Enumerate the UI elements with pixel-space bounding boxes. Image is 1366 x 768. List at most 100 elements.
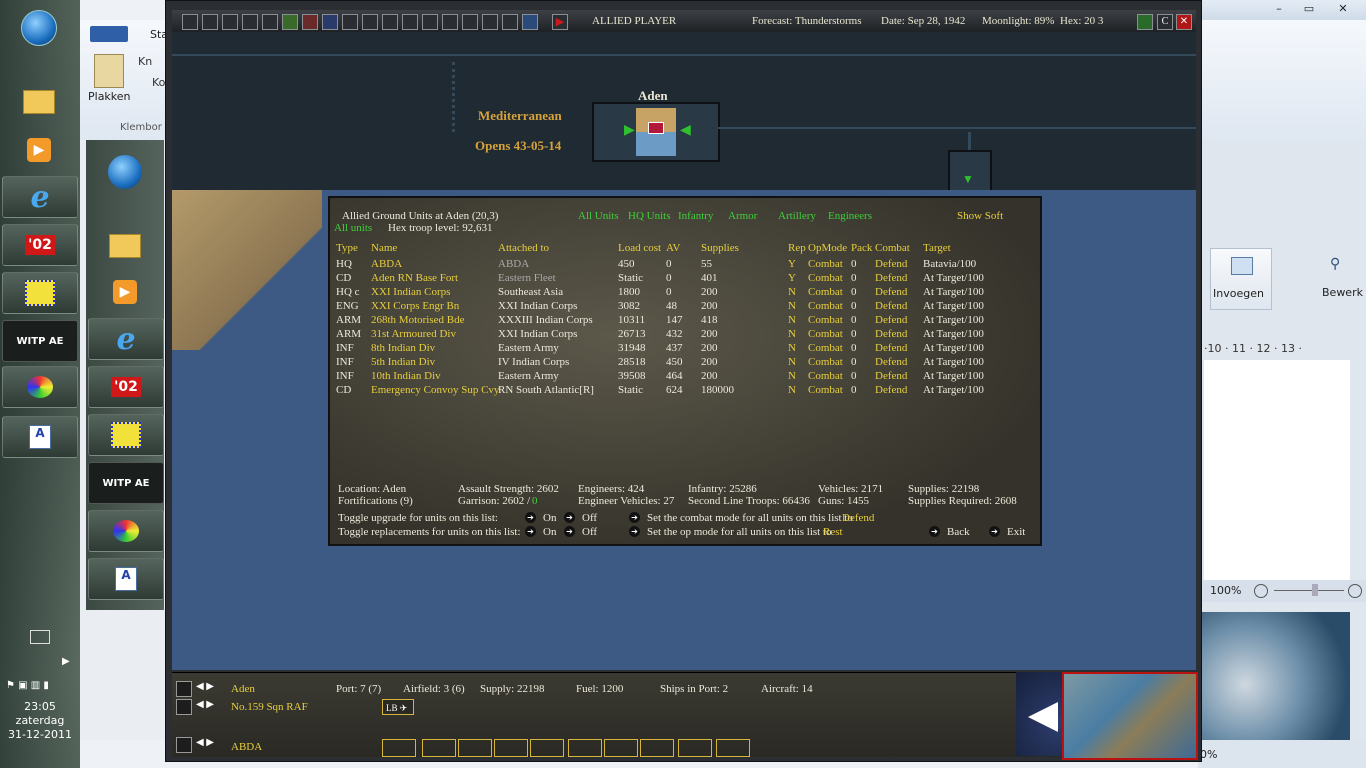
paste-icon[interactable] xyxy=(94,54,124,88)
op-mode-value[interactable]: Rest xyxy=(823,526,843,538)
maximize-button[interactable]: ▭ xyxy=(1298,1,1320,17)
zoom-out-icon[interactable] xyxy=(1254,584,1268,598)
exit-button[interactable]: Exit xyxy=(1007,526,1025,538)
hq-icon[interactable] xyxy=(176,737,192,753)
prev-next-squadron-icon[interactable]: ◀ ▶ xyxy=(196,699,214,710)
close-button[interactable]: ✕ xyxy=(1332,1,1354,17)
table-row[interactable]: INF 8th Indian Div Eastern Army 31948 437 200… xyxy=(330,342,1030,356)
cell-name[interactable]: 5th Indian Div xyxy=(371,356,435,368)
table-row[interactable]: ARM 31st Armoured Div XXI Indian Corps 2671… xyxy=(330,328,1030,342)
show-hidden-icons[interactable]: ▶ xyxy=(62,656,70,667)
cell-combat[interactable]: Defend xyxy=(875,300,907,312)
back-button[interactable]: Back xyxy=(947,526,970,538)
start-orb-icon-2[interactable] xyxy=(88,152,162,192)
cell-name[interactable]: 8th Indian Div xyxy=(371,342,435,354)
bottom-tab-8[interactable] xyxy=(640,739,674,757)
cell-combat[interactable]: Defend xyxy=(875,258,907,270)
upgrade-off-button[interactable]: Off xyxy=(582,512,597,524)
bottom-tab-7[interactable] xyxy=(604,739,638,757)
settings-icon[interactable] xyxy=(462,14,478,30)
col-combat[interactable]: Combat xyxy=(875,242,910,254)
replacements-off-arrow-icon[interactable]: ➔ xyxy=(564,526,575,537)
table-row[interactable]: INF 10th Indian Div Eastern Army 39508 464 20… xyxy=(330,370,1030,384)
start-orb-icon[interactable] xyxy=(2,8,76,48)
plane-icon[interactable] xyxy=(302,14,318,30)
table-row[interactable]: INF 5th Indian Div IV Indian Corps 28518 450… xyxy=(330,356,1030,370)
o2-icon[interactable]: '02 xyxy=(2,224,78,266)
witp-ae-icon[interactable]: WITP AE xyxy=(2,320,78,362)
cell-combat[interactable]: Defend xyxy=(875,314,907,326)
c-button[interactable]: C xyxy=(1157,14,1173,30)
cell-rep[interactable]: N xyxy=(788,370,796,382)
col-opmode[interactable]: OpMode xyxy=(808,242,847,254)
table-row[interactable]: HQ c XXI Indian Corps Southeast Asia 1800 0 2… xyxy=(330,286,1030,300)
cell-combat[interactable]: Defend xyxy=(875,328,907,340)
cell-rep[interactable]: N xyxy=(788,342,796,354)
col-attached[interactable]: Attached to xyxy=(498,242,549,254)
flag-icon[interactable] xyxy=(342,14,358,30)
arrow-right-icon[interactable]: ▶ xyxy=(624,122,635,139)
close-game-icon[interactable]: ✕ xyxy=(1176,14,1192,30)
cell-opmode[interactable]: Combat xyxy=(808,272,843,284)
filter-all-units[interactable]: All Units xyxy=(578,210,619,222)
cell-opmode[interactable]: Combat xyxy=(808,300,843,312)
filter-armor[interactable]: Armor xyxy=(728,210,757,222)
witp-ae-icon-2[interactable]: WITP AE xyxy=(88,462,164,504)
op-mode-arrow-icon[interactable]: ➔ xyxy=(629,526,640,537)
bottom-base-name[interactable]: Aden xyxy=(231,683,255,695)
folder-icon-2[interactable] xyxy=(88,226,162,266)
toolbar-icon-3[interactable] xyxy=(222,14,238,30)
cell-name[interactable]: ABDA xyxy=(371,258,402,270)
col-supplies[interactable]: Supplies xyxy=(701,242,739,254)
filter-artillery[interactable]: Artillery xyxy=(778,210,816,222)
col-target[interactable]: Target xyxy=(923,242,951,254)
upgrade-on-button[interactable]: On xyxy=(543,512,556,524)
upgrade-off-arrow-icon[interactable]: ➔ xyxy=(564,512,575,523)
cell-name[interactable]: XXI Indian Corps xyxy=(371,286,450,298)
cell-rep[interactable]: Y xyxy=(788,258,796,270)
cell-rep[interactable]: N xyxy=(788,328,796,340)
show-soft-toggle[interactable]: Show Soft xyxy=(957,210,1003,222)
table-row[interactable]: HQ ABDA ABDA 450 0 55 Y Combat 0 Defend Batavia/10… xyxy=(330,258,1030,272)
cell-rep[interactable]: N xyxy=(788,384,796,396)
map-icon[interactable] xyxy=(522,14,538,30)
bottom-tab-9[interactable] xyxy=(678,739,712,757)
cell-opmode[interactable]: Combat xyxy=(808,370,843,382)
internet-explorer-icon-2[interactable]: e xyxy=(88,318,164,360)
cell-name[interactable]: 268th Motorised Bde xyxy=(371,314,465,326)
replacements-off-button[interactable]: Off xyxy=(582,526,597,538)
filter-hq-units[interactable]: HQ Units xyxy=(628,210,670,222)
zoom-in-icon[interactable] xyxy=(1348,584,1362,598)
back-arrow-icon[interactable]: ➔ xyxy=(929,526,940,537)
airplane-icon[interactable] xyxy=(176,699,192,715)
office-menu-button[interactable] xyxy=(90,26,128,42)
keyboard-icon[interactable] xyxy=(30,630,50,644)
cell-name[interactable]: XXI Corps Engr Bn xyxy=(371,300,459,312)
globe-icon[interactable] xyxy=(442,14,458,30)
col-rep[interactable]: Rep xyxy=(788,242,806,254)
prev-next-hq-icon[interactable]: ◀ ▶ xyxy=(196,737,214,748)
upgrade-on-arrow-icon[interactable]: ➔ xyxy=(525,512,536,523)
anchor-icon[interactable] xyxy=(176,681,192,697)
folder-icon[interactable] xyxy=(2,82,76,122)
col-type[interactable]: Type xyxy=(336,242,358,254)
cell-opmode[interactable]: Combat xyxy=(808,286,843,298)
clock[interactable]: 23:05 zaterdag 31-12-2011 xyxy=(0,700,80,742)
replacements-on-arrow-icon[interactable]: ➔ xyxy=(525,526,536,537)
media-player-icon-2[interactable]: ▶ xyxy=(88,272,162,312)
cell-opmode[interactable]: Combat xyxy=(808,314,843,326)
cell-combat[interactable]: Defend xyxy=(875,370,907,382)
color-pen-icon[interactable] xyxy=(2,272,78,314)
cell-rep[interactable]: Y xyxy=(788,272,796,284)
col-load-cost[interactable]: Load cost xyxy=(618,242,661,254)
copy-label[interactable]: Ko xyxy=(152,76,165,89)
toolbar-icon-4[interactable] xyxy=(242,14,258,30)
table-row[interactable]: CD Aden RN Base Fort Eastern Fleet Static 0 4… xyxy=(330,272,1030,286)
filter-infantry[interactable]: Infantry xyxy=(678,210,713,222)
star-icon[interactable] xyxy=(282,14,298,30)
bottom-tab-6[interactable] xyxy=(568,739,602,757)
cell-combat[interactable]: Defend xyxy=(875,356,907,368)
cell-opmode[interactable]: Combat xyxy=(808,328,843,340)
table-row[interactable]: CD Emergency Convoy Sup Cvy RN South Atlan… xyxy=(330,384,1030,398)
bottom-tab-3[interactable] xyxy=(458,739,492,757)
